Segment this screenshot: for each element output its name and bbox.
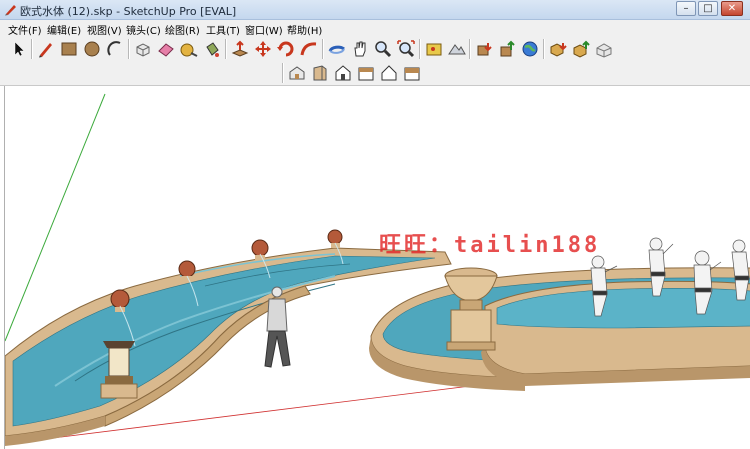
pencil-icon[interactable] <box>36 39 56 59</box>
window-title: 欧式水体 (12).skp - SketchUp Pro [EVAL] <box>20 5 237 18</box>
zoom-icon[interactable] <box>373 39 393 59</box>
rotate-icon[interactable] <box>276 39 296 59</box>
watermark-text: 旺旺：tailin188 <box>379 233 601 258</box>
toolbar-separator <box>282 63 284 83</box>
left-view-icon[interactable] <box>402 63 422 83</box>
orbit-icon[interactable] <box>327 39 347 59</box>
google-earth-icon[interactable] <box>520 39 540 59</box>
select-icon[interactable] <box>9 39 29 59</box>
front-view-icon[interactable] <box>333 63 353 83</box>
menu-edit[interactable]: 编辑(E) <box>47 22 81 37</box>
menu-view[interactable]: 视图(V) <box>87 22 122 37</box>
toggle-terrain-icon[interactable] <box>447 39 467 59</box>
top-view-icon[interactable] <box>310 63 330 83</box>
iso-view-icon[interactable] <box>287 63 307 83</box>
rectangle-icon[interactable] <box>59 39 79 59</box>
push-pull-icon[interactable] <box>230 39 250 59</box>
menu-file[interactable]: 文件(F) <box>8 22 42 37</box>
pan-icon[interactable] <box>350 39 370 59</box>
minimize-button[interactable]: – <box>676 1 696 16</box>
menu-window[interactable]: 窗口(W) <box>245 22 283 37</box>
menu-tools[interactable]: 工具(T) <box>206 22 240 37</box>
menu-bar: 文件(F) 编辑(E) 视图(V) 镜头(C) 绘图(R) 工具(T) 窗口(W… <box>0 20 750 37</box>
toolbar-separator <box>225 39 227 59</box>
add-location-icon[interactable] <box>424 39 444 59</box>
maximize-button[interactable]: □ <box>698 1 718 16</box>
menu-draw[interactable]: 绘图(R) <box>165 22 200 37</box>
make-component-icon[interactable] <box>133 39 153 59</box>
paint-bucket-icon[interactable] <box>202 39 222 59</box>
back-view-icon[interactable] <box>379 63 399 83</box>
follow-me-icon[interactable] <box>299 39 319 59</box>
close-button[interactable]: ✕ <box>721 1 743 16</box>
menu-camera[interactable]: 镜头(C) <box>126 22 161 37</box>
toolbar-separator <box>31 39 33 59</box>
share-model-icon[interactable] <box>497 39 517 59</box>
eraser-icon[interactable] <box>156 39 176 59</box>
title-bar: 欧式水体 (12).skp - SketchUp Pro [EVAL] – □ … <box>0 0 750 20</box>
right-view-icon[interactable] <box>356 63 376 83</box>
circle-icon[interactable] <box>82 39 102 59</box>
model-viewport[interactable] <box>4 86 750 449</box>
get-models-icon[interactable] <box>474 39 494 59</box>
tape-measure-icon[interactable] <box>179 39 199 59</box>
toolbar-separator <box>322 39 324 59</box>
right-oval-fountain <box>369 267 750 391</box>
extension-warehouse-icon[interactable] <box>594 39 614 59</box>
fountain-model-scene <box>5 93 750 446</box>
toolbar-separator <box>469 39 471 59</box>
menu-help[interactable]: 帮助(H) <box>287 22 322 37</box>
share-component-icon[interactable] <box>571 39 591 59</box>
move-icon[interactable] <box>253 39 273 59</box>
toolbar-separator <box>543 39 545 59</box>
get-components-icon[interactable] <box>548 39 568 59</box>
sketchup-app-icon <box>5 5 16 16</box>
toolbar-area <box>0 37 750 86</box>
arc-icon[interactable] <box>105 39 125 59</box>
zoom-extents-icon[interactable] <box>396 39 416 59</box>
toolbar-separator <box>419 39 421 59</box>
toolbar-separator <box>128 39 130 59</box>
